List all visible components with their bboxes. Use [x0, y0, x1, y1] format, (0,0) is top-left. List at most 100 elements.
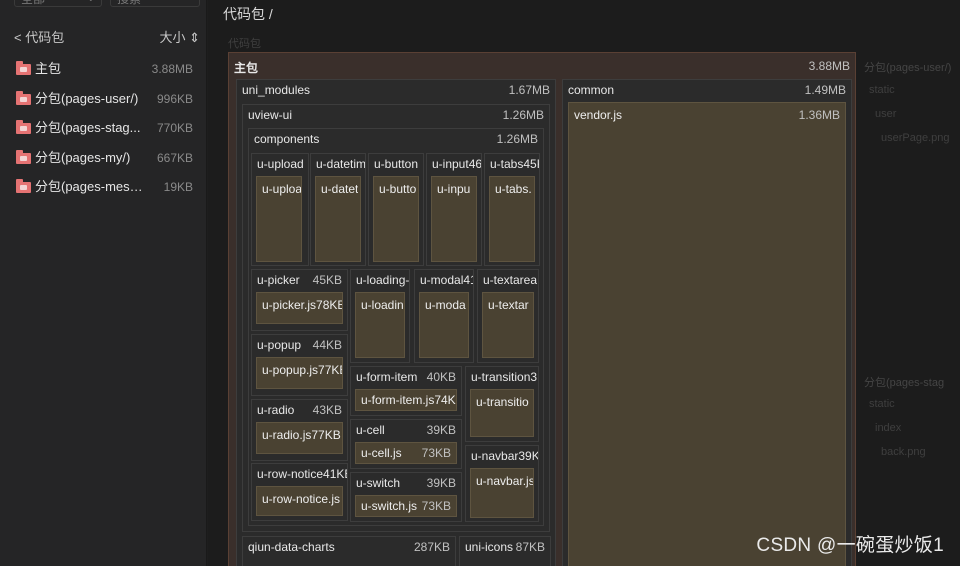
- filter-select[interactable]: 全部 ⌄: [14, 0, 102, 7]
- node-label: u-cell: [356, 423, 385, 437]
- node-label: u-row-notice.js: [262, 492, 341, 506]
- treemap-u-textarea[interactable]: u-textarea u-textar: [477, 269, 539, 363]
- treemap-file[interactable]: u-datet: [315, 176, 361, 262]
- ghost-file-label: userPage.png: [881, 132, 950, 144]
- treemap-file[interactable]: u-textar: [482, 292, 534, 358]
- treemap-u-row-notice[interactable]: u-row-notice41KB u-row-notice.js: [251, 463, 348, 521]
- sidebar-item-label: 分包(pages-stag...: [35, 120, 141, 135]
- treemap-qiun-data-charts[interactable]: qiun-data-charts 287KB: [242, 536, 456, 566]
- treemap-uni-modules[interactable]: uni_modules 1.67MB uview-ui 1.26MB compo…: [236, 79, 556, 566]
- treemap-u-datetime[interactable]: u-datetim u-datet: [310, 153, 366, 266]
- node-label: u-popup: [257, 338, 302, 352]
- sidebar-item-label: 分包(pages-my/): [35, 150, 131, 165]
- treemap-u-transition[interactable]: u-transition3 u-transitio: [465, 366, 539, 442]
- sort-by-size-button[interactable]: 大小 ⇕: [159, 27, 200, 46]
- sidebar: 全部 ⌄ 搜索 < 代码包 大小 ⇕ 主包 3.88MB 分包(pages-us…: [0, 0, 207, 566]
- sidebar-toolbar: 全部 ⌄ 搜索: [14, 0, 200, 9]
- breadcrumb[interactable]: 代码包 /: [223, 4, 273, 24]
- treemap-u-upload[interactable]: u-upload u-uploa: [251, 153, 309, 266]
- node-label: u-transitio: [476, 395, 529, 409]
- treemap-u-switch[interactable]: u-switch 39KB u-switch.js 73KB: [350, 472, 462, 522]
- node-label: u-form-item.js74KB: [361, 393, 457, 407]
- sidebar-item-pages-user[interactable]: 分包(pages-user/) 996KB: [14, 88, 200, 110]
- node-size: 87KB: [515, 540, 545, 554]
- treemap-u-modal[interactable]: u-modal41 u-moda: [414, 269, 474, 363]
- treemap-file[interactable]: u-inpu: [431, 176, 477, 262]
- treemap-file[interactable]: u-form-item.js74KB: [355, 389, 457, 411]
- treemap-u-form-item[interactable]: u-form-item 40KB u-form-item.js74KB: [350, 366, 462, 416]
- node-label: u-switch.js: [361, 499, 418, 513]
- treemap-file[interactable]: u-tabs.: [489, 176, 535, 262]
- treemap-file[interactable]: u-transitio: [470, 389, 534, 437]
- node-label: uview-ui: [248, 108, 293, 122]
- node-label: components: [254, 132, 320, 146]
- treemap-file[interactable]: u-picker.js78KB: [256, 292, 343, 324]
- sidebar-item-pages-my[interactable]: 分包(pages-my/) 667KB: [14, 147, 200, 169]
- node-size: 40KB: [426, 370, 456, 384]
- treemap-file[interactable]: u-moda: [419, 292, 469, 358]
- treemap-u-radio[interactable]: u-radio 43KB u-radio.js77KB: [251, 399, 348, 461]
- treemap-u-picker[interactable]: u-picker 45KB u-picker.js78KB: [251, 269, 348, 331]
- sidebar-header: < 代码包 大小 ⇕: [14, 27, 200, 45]
- treemap-panel: 代码包 / 代码包 分包(pages-user/) static user us…: [208, 0, 960, 566]
- treemap-file[interactable]: u-cell.js 73KB: [355, 442, 457, 464]
- node-label: u-radio.js77KB: [262, 428, 341, 442]
- sidebar-item-pages-mess[interactable]: 分包(pages-mess... 19KB: [14, 176, 200, 198]
- ghost-file-label: back.png: [881, 446, 926, 458]
- treemap-u-navbar[interactable]: u-navbar39K u-navbar.js: [465, 445, 539, 522]
- treemap-file[interactable]: u-uploa: [256, 176, 302, 262]
- node-label: u-radio: [257, 403, 295, 417]
- treemap-file[interactable]: u-navbar.js: [470, 468, 534, 518]
- folder-icon: [16, 91, 31, 105]
- ghost-root-label: 代码包: [228, 38, 261, 50]
- treemap-file[interactable]: u-popup.js77KB: [256, 357, 343, 389]
- treemap-vendor-js[interactable]: vendor.js 1.36MB: [568, 102, 846, 566]
- treemap-u-loading[interactable]: u-loading- u-loadin: [350, 269, 410, 363]
- node-label: uni_modules: [242, 83, 311, 97]
- node-label: u-loadin: [361, 298, 404, 312]
- sidebar-item-label: 分包(pages-user/): [35, 91, 139, 106]
- treemap-uni-icons[interactable]: uni-icons 87KB: [459, 536, 551, 566]
- sidebar-item-pages-stag[interactable]: 分包(pages-stag... 770KB: [14, 117, 200, 139]
- search-input[interactable]: 搜索: [110, 0, 200, 7]
- treemap-u-tabs[interactable]: u-tabs45K u-tabs.: [484, 153, 540, 266]
- sidebar-item-label: 分包(pages-mess...: [35, 179, 145, 194]
- node-label: u-input46: [432, 157, 482, 171]
- node-label: u-tabs.: [495, 182, 532, 196]
- node-label: u-uploa: [262, 182, 302, 196]
- treemap-u-button[interactable]: u-button u-butto: [368, 153, 424, 266]
- node-label: u-navbar39K: [471, 449, 539, 463]
- folder-icon: [16, 61, 31, 75]
- treemap-uview-ui[interactable]: uview-ui 1.26MB components 1.26MB u-uplo…: [242, 104, 550, 532]
- node-size: 1.26MB: [496, 132, 538, 146]
- treemap-file[interactable]: u-loadin: [355, 292, 405, 358]
- treemap-file[interactable]: u-row-notice.js: [256, 486, 343, 516]
- treemap-file[interactable]: u-radio.js77KB: [256, 422, 343, 454]
- node-size: 73KB: [421, 446, 451, 460]
- node-label: u-upload: [257, 157, 304, 171]
- node-label: u-inpu: [437, 182, 471, 196]
- treemap-file[interactable]: u-switch.js 73KB: [355, 495, 457, 517]
- ghost-subpackage-label: 分包(pages-user/): [864, 62, 952, 74]
- treemap-common[interactable]: common 1.49MB vendor.js 1.36MB: [562, 79, 852, 566]
- treemap-u-cell[interactable]: u-cell 39KB u-cell.js 73KB: [350, 419, 462, 469]
- search-placeholder: 搜索: [117, 0, 141, 6]
- ghost-subpackage-label: 分包(pages-stag: [864, 377, 945, 389]
- node-label: u-form-item: [356, 370, 418, 384]
- ghost-folder-label: index: [875, 422, 902, 434]
- treemap-components[interactable]: components 1.26MB u-upload u-uploa u-dat…: [248, 128, 544, 526]
- node-size: 1.49MB: [804, 83, 846, 97]
- treemap-u-popup[interactable]: u-popup 44KB u-popup.js77KB: [251, 334, 348, 396]
- node-label: 主包: [234, 61, 259, 75]
- treemap-main-package[interactable]: 主包 3.88MB uni_modules 1.67MB uview-ui 1.…: [228, 52, 856, 566]
- node-label: u-row-notice41KB: [257, 467, 348, 481]
- sidebar-item-main-package[interactable]: 主包 3.88MB: [14, 58, 200, 80]
- treemap-u-input[interactable]: u-input46 u-inpu: [426, 153, 482, 266]
- node-label: u-navbar.js: [476, 474, 534, 488]
- node-size: 43KB: [312, 403, 342, 417]
- back-button[interactable]: < 代码包: [14, 27, 64, 46]
- sidebar-item-size: 19KB: [163, 180, 193, 194]
- sidebar-item-size: 996KB: [156, 92, 193, 106]
- treemap-file[interactable]: u-butto: [373, 176, 419, 262]
- ghost-folder-label: static: [869, 84, 895, 96]
